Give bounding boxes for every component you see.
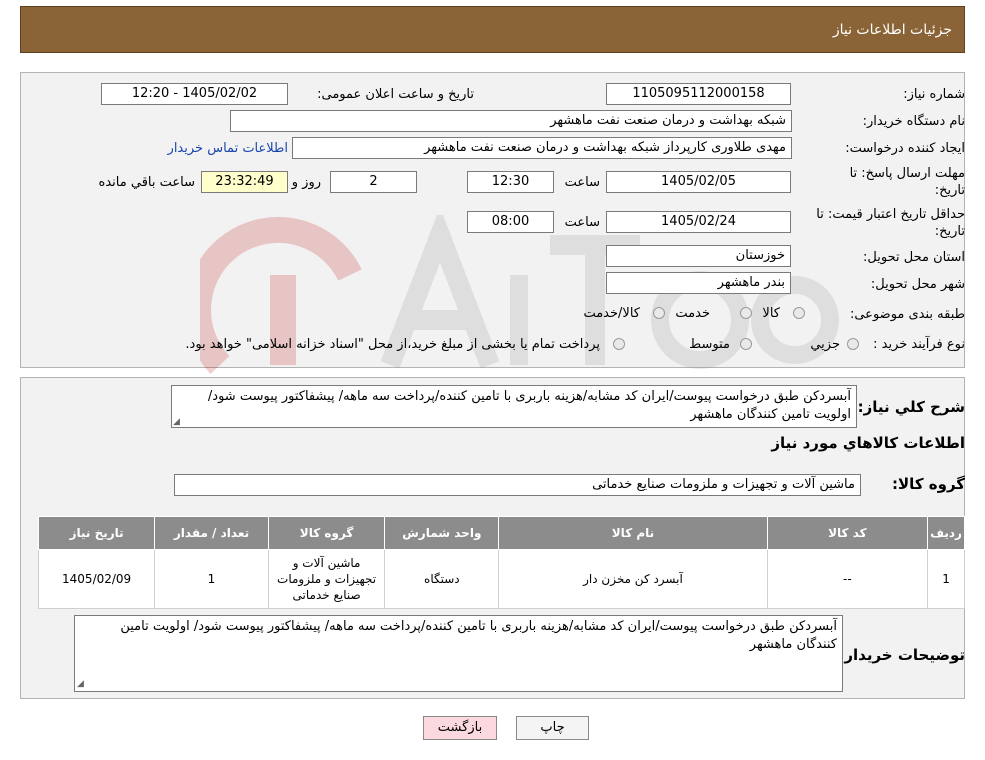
goods-group-field: ماشین آلات و تجهیزات و ملزومات صنایع خدم… xyxy=(174,474,861,496)
category-option-service: خدمت xyxy=(675,306,710,321)
city-field: بندر ماهشهر xyxy=(606,272,791,294)
cell-need-date: 1405/02/09 xyxy=(37,549,156,609)
col-unit: واحد شمارش xyxy=(384,516,500,550)
deadline-time-label: ساعت xyxy=(564,175,600,190)
process-note: پرداخت تمام یا بخشی از مبلغ خرید،از محل … xyxy=(185,337,600,352)
cell-unit: دستگاه xyxy=(384,549,500,609)
table-row: 1 -- آبسرد کن مخزن دار دستگاه ماشین آلات… xyxy=(37,549,965,609)
cell-quantity: 1 xyxy=(154,549,269,609)
province-field: خوزستان xyxy=(606,245,791,267)
validity-time-label: ساعت xyxy=(564,215,600,230)
col-item-code: کد کالا xyxy=(766,516,929,550)
need-number-label: شماره نیاز: xyxy=(903,87,965,102)
requester-label: ایجاد کننده درخواست: xyxy=(845,141,965,156)
announce-datetime-field: 1405/02/02 - 12:20 xyxy=(101,83,288,105)
days-remaining-field: 2 xyxy=(330,171,417,193)
category-option-goods-service: کالا/خدمت xyxy=(583,306,640,321)
validity-date-field: 1405/02/24 xyxy=(606,211,791,233)
category-radio-service[interactable] xyxy=(740,307,752,319)
deadline-label-2: تاریخ: xyxy=(934,183,965,198)
process-radio-treasury[interactable] xyxy=(613,338,625,350)
buyer-notes-label: توضیحات خریدار: xyxy=(838,646,965,664)
description-textarea[interactable]: آبسردکن طبق درخواست پیوست/ایران کد مشابه… xyxy=(171,385,857,428)
goods-group-label: گروه کالا: xyxy=(892,475,965,493)
page-title: جزئیات اطلاعات نیاز xyxy=(832,22,952,38)
process-radio-minor[interactable] xyxy=(847,338,859,350)
process-option-medium: متوسط xyxy=(689,337,730,352)
process-option-minor: جزيي xyxy=(810,337,840,352)
table-header-row: رديف کد کالا نام کالا واحد شمارش گروه کا… xyxy=(37,516,965,550)
resize-grip-icon[interactable]: ◢ xyxy=(173,417,180,427)
process-label: نوع فرآیند خرید : xyxy=(873,337,965,352)
deadline-time-field: 12:30 xyxy=(467,171,554,193)
announce-label: تاریخ و ساعت اعلان عمومی: xyxy=(317,87,474,102)
goods-section-title: اطلاعات کالاهاي مورد نياز xyxy=(771,434,965,452)
days-label: روز و xyxy=(291,175,321,190)
items-table: رديف کد کالا نام کالا واحد شمارش گروه کا… xyxy=(37,516,965,609)
cell-group: ماشین آلات و تجهیزات و ملزومات صنایع خدم… xyxy=(267,549,386,609)
province-label: استان محل تحویل: xyxy=(863,250,965,265)
description-text: آبسردکن طبق درخواست پیوست/ایران کد مشابه… xyxy=(207,389,851,422)
page-header: جزئیات اطلاعات نیاز xyxy=(20,6,965,53)
city-label: شهر محل تحویل: xyxy=(870,277,965,292)
resize-grip-icon[interactable]: ◢ xyxy=(77,679,84,689)
cell-row-number: 1 xyxy=(927,549,965,609)
print-button[interactable]: چاپ xyxy=(516,716,589,740)
requester-field: مهدی طلاوری کارپرداز شبکه بهداشت و درمان… xyxy=(292,137,792,159)
col-need-date: تاریخ نیاز xyxy=(37,516,156,550)
validity-time-field: 08:00 xyxy=(467,211,554,233)
validity-label-2: تاریخ: xyxy=(934,224,965,239)
deadline-date-field: 1405/02/05 xyxy=(606,171,791,193)
col-group: گروه کالا xyxy=(267,516,386,550)
time-remaining-field: 23:32:49 xyxy=(201,171,288,193)
buyer-org-label: نام دستگاه خریدار: xyxy=(862,114,965,129)
buyer-contact-link[interactable]: اطلاعات تماس خریدار xyxy=(168,141,288,156)
description-label: شرح کلي نياز: xyxy=(857,398,965,416)
category-radio-goods[interactable] xyxy=(793,307,805,319)
col-quantity: تعداد / مقدار xyxy=(154,516,269,550)
cell-item-code: -- xyxy=(766,549,929,609)
deadline-label: مهلت ارسال پاسخ: تا xyxy=(849,166,965,181)
category-option-goods: کالا xyxy=(762,306,780,321)
col-item-name: نام کالا xyxy=(498,516,768,550)
col-row-number: رديف xyxy=(927,516,965,550)
back-button[interactable]: بازگشت xyxy=(423,716,497,740)
cell-item-name: آبسرد کن مخزن دار xyxy=(498,549,768,609)
buyer-org-field: شبکه بهداشت و درمان صنعت نفت ماهشهر xyxy=(230,110,792,132)
buyer-notes-textarea[interactable]: آبسردکن طبق درخواست پیوست/ایران کد مشابه… xyxy=(74,615,843,692)
buyer-notes-text: آبسردکن طبق درخواست پیوست/ایران کد مشابه… xyxy=(120,619,837,652)
category-radio-goods-service[interactable] xyxy=(653,307,665,319)
category-label: طبقه بندی موضوعی: xyxy=(849,307,965,322)
validity-label: حداقل تاریخ اعتبار قیمت: تا xyxy=(816,207,965,222)
need-number-field: 1105095112000158 xyxy=(606,83,791,105)
time-remaining-label: ساعت باقي مانده xyxy=(98,175,195,190)
watermark-logo-icon xyxy=(200,215,839,374)
process-radio-medium[interactable] xyxy=(740,338,752,350)
